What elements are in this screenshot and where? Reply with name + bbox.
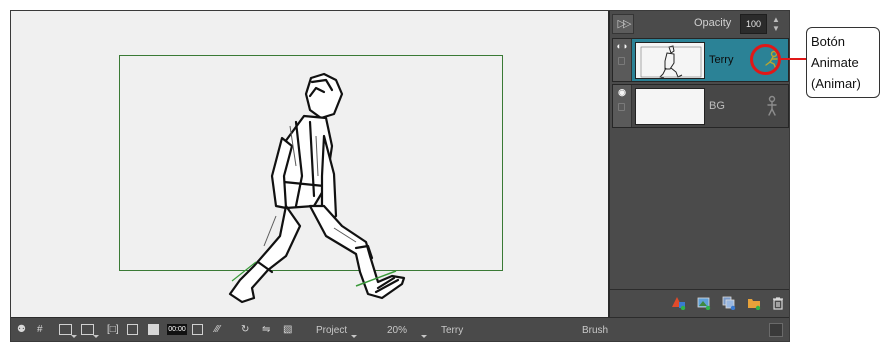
add-vector-layer-icon[interactable] [672,296,686,310]
delete-layer-icon[interactable] [771,296,785,310]
chevron-down-icon [71,335,77,338]
opacity-label: Opacity [694,17,732,29]
current-layer-label: Terry [441,325,464,336]
layer-panel-footer [610,289,789,317]
color-swatch[interactable] [769,323,783,337]
layer-controls: ◉ [613,85,632,127]
status-bar: ⚉ # [□] 00:00 ⁄⁄⁄ ↻ ⇋ ▧ Project 20% Terr… [11,317,789,341]
layer-row-bg[interactable]: ◉ BG [612,84,789,128]
chevron-down-icon [351,335,357,338]
callout-label: Botón Animate (Animar) [806,27,880,98]
safe-area-icon[interactable] [59,324,72,335]
add-bitmap-layer-icon[interactable] [697,296,711,310]
add-group-icon[interactable] [747,296,761,310]
layer-controls: ◐◑ [613,39,632,81]
frame-icon[interactable] [192,324,203,335]
duplicate-layer-icon[interactable] [722,296,736,310]
opacity-stepper[interactable]: ▲ ▼ [770,15,782,33]
chevron-down-icon [421,335,427,338]
callout-line-3: (Animar) [811,76,861,91]
chevron-down-icon [93,335,99,338]
grid-icon[interactable]: # [37,324,48,335]
view-mode-label[interactable]: Project [316,325,347,336]
camera-icon[interactable]: ⚉ [17,324,28,335]
light-table-icon[interactable] [127,324,138,335]
lock-icon[interactable] [618,57,625,65]
opacity-field[interactable]: 100 [740,14,767,34]
callout-line-2: Animate [811,55,859,70]
layer-panel-header: ▷▷ Opacity 100 ▲ ▼ [610,11,789,37]
character-drawing [228,72,406,304]
app-window: ▷▷ Opacity 100 ▲ ▼ ◐◑ Terry ◉ BG ⚉ # [□]… [10,10,790,342]
flip-icon[interactable]: ⇋ [262,324,274,335]
collapse-panel-button[interactable]: ▷▷ [612,14,634,34]
stage-view[interactable] [11,11,608,317]
lock-icon[interactable] [618,103,625,111]
layer-name: Terry [709,54,734,66]
callout-connector [781,58,807,60]
eye-icon[interactable]: ◐◑ [616,42,628,51]
callout-line-1: Botón [811,34,845,49]
layer-thumbnail [635,42,705,79]
thumbnail-drawing [640,45,702,78]
rotate-view-icon[interactable]: ↻ [241,324,253,335]
timecode-display: 00:00 [167,324,187,335]
field-guide-icon[interactable] [81,324,94,335]
callout-highlight-circle [750,44,781,75]
background-icon[interactable] [148,324,159,335]
onion-skin-icon[interactable]: [□] [107,324,119,335]
layer-name: BG [709,100,725,112]
layer-thumbnail [635,88,705,125]
current-tool-label: Brush [582,325,609,336]
zoom-level[interactable]: 20% [387,325,407,336]
stroke-icon[interactable]: ⁄⁄⁄ [215,324,227,335]
layer-icon[interactable]: ▧ [283,324,295,335]
eye-icon[interactable]: ◉ [616,88,628,97]
animate-icon[interactable] [763,95,781,117]
